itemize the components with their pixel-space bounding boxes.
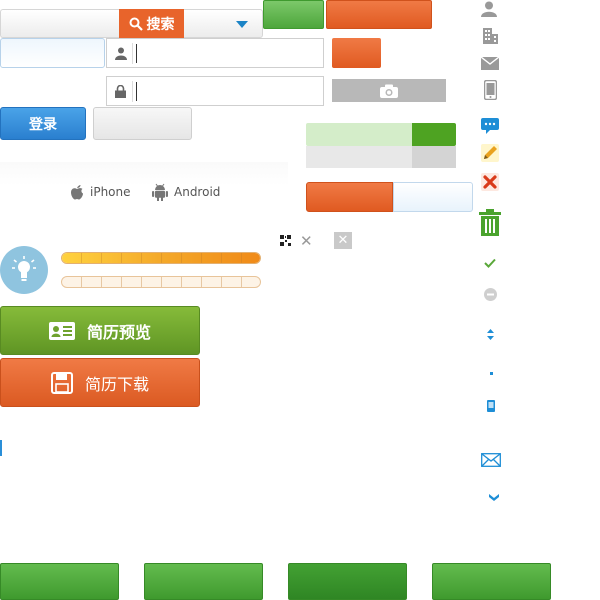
progress-bar-yellow — [61, 252, 261, 264]
lock-icon — [115, 85, 126, 98]
search-button-label: 搜索 — [146, 16, 175, 33]
dot-icon — [490, 372, 493, 375]
building-icon[interactable] — [481, 27, 499, 45]
white-button-pair-right[interactable] — [393, 182, 473, 212]
resume-download-button[interactable]: 简历下载 — [0, 358, 200, 407]
camera-icon — [380, 84, 398, 98]
red-x-icon[interactable] — [481, 173, 499, 191]
search-category-select[interactable] — [184, 9, 263, 38]
qr-code-icon — [280, 235, 291, 246]
minus-circle-icon[interactable] — [484, 288, 497, 301]
grey-button[interactable] — [93, 107, 192, 140]
progress-bar-ticks — [62, 253, 260, 263]
id-card-icon — [48, 321, 75, 340]
green-button-small[interactable] — [263, 0, 324, 29]
lightbulb-icon — [0, 246, 48, 294]
trash-icon[interactable] — [479, 209, 501, 236]
android-icon — [152, 183, 168, 201]
envelope-outline-icon[interactable] — [481, 453, 501, 467]
search-button[interactable]: 搜索 — [119, 9, 184, 38]
apple-icon — [71, 185, 83, 200]
orange-button-small[interactable] — [326, 0, 432, 29]
progress-track-light-green — [306, 123, 412, 146]
check-icon — [484, 258, 496, 268]
platform-strip — [0, 162, 288, 186]
chevron-down-icon — [236, 21, 248, 28]
green-button-4[interactable] — [432, 563, 551, 600]
chat-icon[interactable] — [481, 118, 499, 134]
search-input[interactable] — [0, 9, 120, 38]
green-button-1[interactable] — [0, 563, 119, 600]
progress-bar-ticks — [62, 277, 260, 287]
platform-link-iphone[interactable]: iPhone — [70, 182, 131, 202]
progress-bar-outline — [61, 276, 261, 288]
resume-preview-button[interactable]: 简历预览 — [0, 306, 200, 355]
orange-button-pair-left[interactable] — [306, 182, 393, 212]
text-cursor — [136, 82, 137, 101]
divider — [132, 81, 133, 102]
sort-arrows-icon[interactable] — [487, 329, 494, 340]
progress-fill-green — [412, 123, 456, 146]
username-field[interactable] — [106, 38, 324, 68]
login-button[interactable]: 登录 — [0, 107, 86, 140]
blue-marker — [0, 440, 2, 456]
progress-fill-grey — [412, 146, 456, 168]
blue-text-input[interactable] — [0, 38, 105, 68]
green-button-2[interactable] — [144, 563, 263, 600]
progress-track-grey — [306, 146, 412, 168]
small-phone-icon[interactable] — [487, 400, 495, 412]
camera-button[interactable] — [332, 79, 446, 102]
phone-icon[interactable] — [484, 80, 497, 100]
mail-icon[interactable] — [481, 57, 499, 70]
password-field[interactable] — [106, 76, 324, 106]
platform-label: iPhone — [90, 185, 131, 199]
green-button-3[interactable] — [288, 563, 407, 600]
search-icon — [129, 17, 143, 31]
chevron-down-icon[interactable] — [489, 494, 499, 501]
resume-download-label: 简历下载 — [84, 374, 149, 394]
close-box-icon[interactable]: ✕ — [334, 232, 352, 249]
platform-link-android[interactable]: Android — [152, 182, 220, 202]
text-cursor — [136, 44, 137, 63]
pencil-icon[interactable] — [481, 144, 499, 162]
user-icon — [115, 47, 127, 60]
close-icon[interactable]: ✕ — [300, 232, 313, 250]
divider — [132, 43, 133, 64]
resume-preview-label: 简历预览 — [86, 322, 151, 342]
user-icon[interactable] — [481, 1, 497, 17]
login-button-label: 登录 — [29, 116, 57, 133]
platform-label: Android — [174, 185, 221, 199]
floppy-disk-icon — [50, 371, 73, 394]
orange-button-square[interactable] — [332, 38, 381, 68]
